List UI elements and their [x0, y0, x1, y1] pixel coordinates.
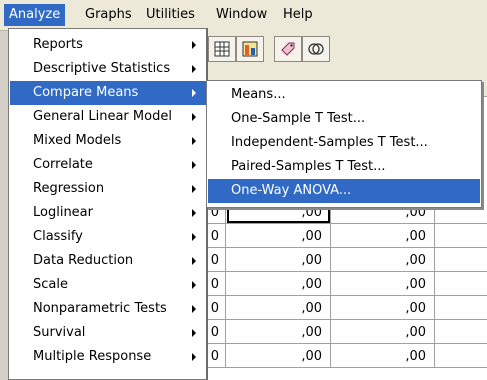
menu-item-label: Regression	[33, 181, 105, 196]
table-row[interactable]: 0 ,00 ,00	[200, 224, 487, 248]
data-cell[interactable]: ,00	[226, 272, 331, 296]
menu-item-label: Nonparametric Tests	[33, 301, 167, 316]
menu-item-compare-means[interactable]: Compare Means	[10, 81, 206, 105]
submenu-item-independent-samples-t-test[interactable]: Independent-Samples T Test...	[208, 131, 480, 155]
submenu-item-one-way-anova[interactable]: One-Way ANOVA...	[208, 179, 480, 203]
menu-item-survival[interactable]: Survival	[10, 321, 206, 345]
menu-item-label: Mixed Models	[33, 133, 122, 148]
submenu-item-one-sample-t-test[interactable]: One-Sample T Test...	[208, 107, 480, 131]
data-cell[interactable]	[435, 344, 487, 368]
menu-graphs[interactable]: Graphs	[80, 4, 137, 26]
use-sets-button[interactable]	[302, 36, 330, 62]
menu-utilities[interactable]: Utilities	[141, 4, 200, 26]
menu-item-mixed-models[interactable]: Mixed Models	[10, 129, 206, 153]
data-cell[interactable]	[435, 296, 487, 320]
data-cell[interactable]: ,00	[226, 224, 331, 248]
menu-item-label: Multiple Response	[33, 349, 152, 364]
menu-item-data-reduction[interactable]: Data Reduction	[10, 249, 206, 273]
data-cell[interactable]: ,00	[331, 224, 435, 248]
menu-item-label: General Linear Model	[33, 109, 172, 124]
analyze-menu: Reports Descriptive Statistics Compare M…	[8, 28, 208, 380]
data-cell[interactable]: ,00	[331, 320, 435, 344]
menu-bar: Analyze Graphs Utilities Window Help	[0, 0, 487, 31]
data-cell[interactable]: ,00	[226, 344, 331, 368]
table-row[interactable]: 0 ,00 ,00	[200, 320, 487, 344]
data-cell[interactable]: ,00	[226, 320, 331, 344]
menu-item-label: Correlate	[33, 157, 93, 172]
grid-table-icon	[214, 41, 230, 57]
submenu-arrow-icon	[192, 161, 196, 169]
data-cell[interactable]	[435, 320, 487, 344]
data-cell[interactable]: ,00	[331, 296, 435, 320]
menu-item-descriptive-statistics[interactable]: Descriptive Statistics	[10, 57, 206, 81]
menu-item-label: Survival	[33, 325, 86, 340]
toolbar	[200, 30, 487, 70]
submenu-arrow-icon	[192, 65, 196, 73]
value-labels-button[interactable]	[274, 36, 302, 62]
submenu-arrow-icon	[192, 305, 196, 313]
value-labels-icon	[281, 42, 295, 56]
menu-window[interactable]: Window	[211, 4, 272, 26]
table-row[interactable]: 0 ,00 ,00	[200, 272, 487, 296]
submenu-arrow-icon	[192, 281, 196, 289]
data-cell[interactable]: ,00	[331, 344, 435, 368]
menu-help[interactable]: Help	[278, 4, 318, 26]
menu-item-label: Classify	[33, 229, 83, 244]
submenu-arrow-icon	[192, 353, 196, 361]
menu-item-label: Descriptive Statistics	[33, 61, 171, 76]
submenu-arrow-icon	[192, 137, 196, 145]
menu-item-general-linear-model[interactable]: General Linear Model	[10, 105, 206, 129]
menu-item-regression[interactable]: Regression	[10, 177, 206, 201]
menu-item-multiple-response[interactable]: Multiple Response	[10, 345, 206, 369]
use-sets-icon	[308, 43, 324, 55]
menu-item-reports[interactable]: Reports	[10, 33, 206, 57]
menu-analyze[interactable]: Analyze	[4, 4, 66, 26]
table-row[interactable]: 0 ,00 ,00	[200, 296, 487, 320]
menu-item-label: Reports	[33, 37, 83, 52]
submenu-arrow-icon	[192, 41, 196, 49]
submenu-item-means[interactable]: Means...	[208, 83, 480, 107]
menu-item-classify[interactable]: Classify	[10, 225, 206, 249]
data-cell[interactable]: ,00	[331, 248, 435, 272]
submenu-arrow-icon	[192, 329, 196, 337]
submenu-item-paired-samples-t-test[interactable]: Paired-Samples T Test...	[208, 155, 480, 179]
submenu-arrow-icon	[192, 257, 196, 265]
data-cell[interactable]: ,00	[226, 248, 331, 272]
menu-item-correlate[interactable]: Correlate	[10, 153, 206, 177]
menu-item-label: Data Reduction	[33, 253, 134, 268]
weight-cases-button[interactable]	[236, 36, 264, 62]
data-cell[interactable]	[435, 224, 487, 248]
grid-table-button[interactable]	[208, 36, 236, 62]
submenu-arrow-icon	[192, 233, 196, 241]
data-cell[interactable]: ,00	[331, 272, 435, 296]
weight-cases-icon	[242, 41, 258, 57]
data-cell[interactable]	[435, 272, 487, 296]
menu-item-label: Loglinear	[33, 205, 93, 220]
submenu-arrow-icon	[192, 113, 196, 121]
data-cell[interactable]: ,00	[226, 296, 331, 320]
table-row[interactable]: 0 ,00 ,00	[200, 344, 487, 368]
menu-item-label: Scale	[33, 277, 68, 292]
compare-means-submenu: Means... One-Sample T Test... Independen…	[206, 80, 482, 208]
submenu-arrow-icon	[192, 89, 196, 97]
submenu-arrow-icon	[192, 209, 196, 217]
menu-item-nonparametric-tests[interactable]: Nonparametric Tests	[10, 297, 206, 321]
menu-item-loglinear[interactable]: Loglinear	[10, 201, 206, 225]
data-cell[interactable]	[435, 248, 487, 272]
menu-item-scale[interactable]: Scale	[10, 273, 206, 297]
submenu-arrow-icon	[192, 185, 196, 193]
menu-item-label: Compare Means	[33, 85, 139, 100]
table-row[interactable]: 0 ,00 ,00	[200, 248, 487, 272]
